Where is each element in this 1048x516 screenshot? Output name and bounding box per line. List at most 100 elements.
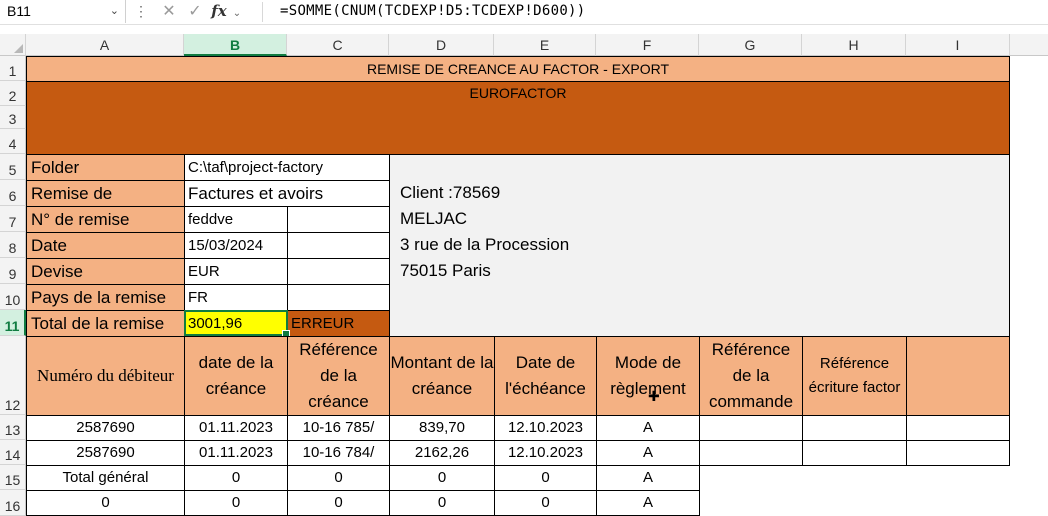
header-montant-creance[interactable]: Montant de la créance xyxy=(389,336,495,416)
table-cell[interactable]: 0 xyxy=(184,465,288,491)
table-cell[interactable]: 0 xyxy=(389,465,495,491)
row-header-7[interactable]: 7 xyxy=(0,206,26,232)
column-header-j[interactable] xyxy=(1010,34,1048,56)
row-header-8[interactable]: 8 xyxy=(0,232,26,258)
pays-value[interactable]: FR xyxy=(184,284,288,311)
row-header-6[interactable]: 6 xyxy=(0,180,26,206)
cancel-icon[interactable]: ✕ xyxy=(156,0,182,23)
factor-name[interactable]: EUROFACTOR xyxy=(26,81,1010,155)
column-header-f[interactable]: F xyxy=(596,34,699,56)
total-value[interactable]: 3001,96 xyxy=(184,310,288,337)
column-header-b[interactable]: B xyxy=(184,34,287,56)
num-remise-label[interactable]: N° de remise xyxy=(26,206,185,233)
column-header-g[interactable]: G xyxy=(699,34,802,56)
num-remise-value[interactable]: feddve xyxy=(184,206,288,233)
table-cell[interactable]: 0 xyxy=(494,465,597,491)
row-header-9[interactable]: 9 xyxy=(0,258,26,284)
header-empty[interactable] xyxy=(906,336,1010,416)
table-cell[interactable]: 0 xyxy=(494,490,597,516)
table-cell[interactable]: 2587690 xyxy=(26,415,185,441)
client-block[interactable]: Client :78569 MELJAC 3 rue de la Process… xyxy=(389,154,1010,337)
row-number: 8 xyxy=(8,240,17,256)
confirm-icon[interactable]: ✓ xyxy=(182,0,208,23)
table-cell[interactable]: 12.10.2023 xyxy=(494,415,597,441)
cell-cursor-icon: ✚ xyxy=(648,388,660,404)
row-header-12[interactable]: 12 xyxy=(0,336,26,415)
formula-input[interactable]: =SOMME(CNUM(TCDEXP!D5:TCDEXP!D600)) xyxy=(280,0,586,23)
column-header-a[interactable]: A xyxy=(26,34,184,56)
date-label[interactable]: Date xyxy=(26,232,185,259)
table-cell[interactable]: 12.10.2023 xyxy=(494,440,597,466)
header-numero-debiteur[interactable]: Numéro du débiteur xyxy=(26,336,185,416)
column-header-e[interactable]: E xyxy=(494,34,596,56)
row-number: 4 xyxy=(8,136,17,152)
table-cell[interactable]: A xyxy=(596,415,700,441)
table-cell[interactable]: 2587690 xyxy=(26,440,185,466)
table-cell[interactable] xyxy=(699,415,803,441)
name-box[interactable]: B11 ⌄ xyxy=(0,0,126,23)
folder-value[interactable]: C:\taf\project-factory xyxy=(184,154,390,181)
date-value[interactable]: 15/03/2024 xyxy=(184,232,288,259)
table-cell[interactable]: A xyxy=(596,465,700,491)
header-date-echeance[interactable]: Date de l'échéance xyxy=(494,336,597,416)
insert-function-icon[interactable]: fx xyxy=(208,0,230,23)
pays-label[interactable]: Pays de la remise xyxy=(26,284,185,311)
chevron-down-icon[interactable]: ⌄ xyxy=(110,0,119,23)
row-header-5[interactable]: 5 xyxy=(0,154,26,180)
empty-cell[interactable] xyxy=(287,232,390,259)
table-cell[interactable]: 0 xyxy=(184,490,288,516)
client-city: 75015 Paris xyxy=(400,261,491,280)
row-header-1[interactable]: 1 xyxy=(0,56,26,81)
table-cell[interactable]: 0 xyxy=(26,490,185,516)
empty-cell[interactable] xyxy=(287,284,390,311)
header-reference-ecriture[interactable]: Référence écriture factor xyxy=(802,336,907,416)
table-cell[interactable]: 0 xyxy=(287,490,390,516)
sheet-title[interactable]: REMISE DE CREANCE AU FACTOR - EXPORT xyxy=(26,56,1010,82)
table-cell[interactable]: A xyxy=(596,490,700,516)
row-header-14[interactable]: 14 xyxy=(0,440,26,465)
table-cell[interactable] xyxy=(802,440,907,466)
table-cell[interactable]: 2162,26 xyxy=(389,440,495,466)
row-header-4[interactable]: 4 xyxy=(0,129,26,154)
table-cell[interactable]: Total général xyxy=(26,465,185,491)
table-cell[interactable]: 10-16 784/ xyxy=(287,440,390,466)
table-cell[interactable]: 839,70 xyxy=(389,415,495,441)
devise-value[interactable]: EUR xyxy=(184,258,288,285)
table-cell[interactable] xyxy=(906,440,1010,466)
more-options-icon[interactable]: ⋮ xyxy=(134,0,148,23)
row-header-10[interactable]: 10 xyxy=(0,284,26,310)
column-header-d[interactable]: D xyxy=(389,34,494,56)
expand-formula-icon[interactable]: ⌄ xyxy=(230,2,244,25)
row-header-3[interactable]: 3 xyxy=(0,106,26,129)
table-cell[interactable]: 01.11.2023 xyxy=(184,415,288,441)
folder-label[interactable]: Folder xyxy=(26,154,185,181)
header-date-creance[interactable]: date de la créance xyxy=(184,336,288,416)
empty-cell[interactable] xyxy=(287,206,390,233)
row-header-15[interactable]: 15 xyxy=(0,465,26,490)
row-header-2[interactable]: 2 xyxy=(0,81,26,106)
select-all-button[interactable] xyxy=(0,34,26,56)
table-cell[interactable]: 0 xyxy=(389,490,495,516)
row-header-11[interactable]: 11 xyxy=(0,310,26,336)
table-cell[interactable] xyxy=(802,415,907,441)
table-cell[interactable]: 01.11.2023 xyxy=(184,440,288,466)
row-number: 15 xyxy=(4,472,21,488)
header-reference-creance[interactable]: Référence de la créance xyxy=(287,336,390,416)
table-cell[interactable]: 0 xyxy=(287,465,390,491)
total-status[interactable]: ERREUR xyxy=(287,310,390,337)
remise-value[interactable]: Factures et avoirs xyxy=(184,180,390,207)
table-cell[interactable]: 10-16 785/ xyxy=(287,415,390,441)
empty-cell[interactable] xyxy=(287,258,390,285)
row-header-16[interactable]: 16 xyxy=(0,490,26,516)
table-cell[interactable]: A xyxy=(596,440,700,466)
column-header-i[interactable]: I xyxy=(906,34,1010,56)
remise-label[interactable]: Remise de xyxy=(26,180,185,207)
table-cell[interactable] xyxy=(699,440,803,466)
table-cell[interactable] xyxy=(906,415,1010,441)
column-header-h[interactable]: H xyxy=(802,34,906,56)
row-header-13[interactable]: 13 xyxy=(0,415,26,440)
column-header-c[interactable]: C xyxy=(287,34,389,56)
devise-label[interactable]: Devise xyxy=(26,258,185,285)
header-reference-commande[interactable]: Référence de la commande xyxy=(699,336,803,416)
total-label[interactable]: Total de la remise xyxy=(26,310,185,337)
